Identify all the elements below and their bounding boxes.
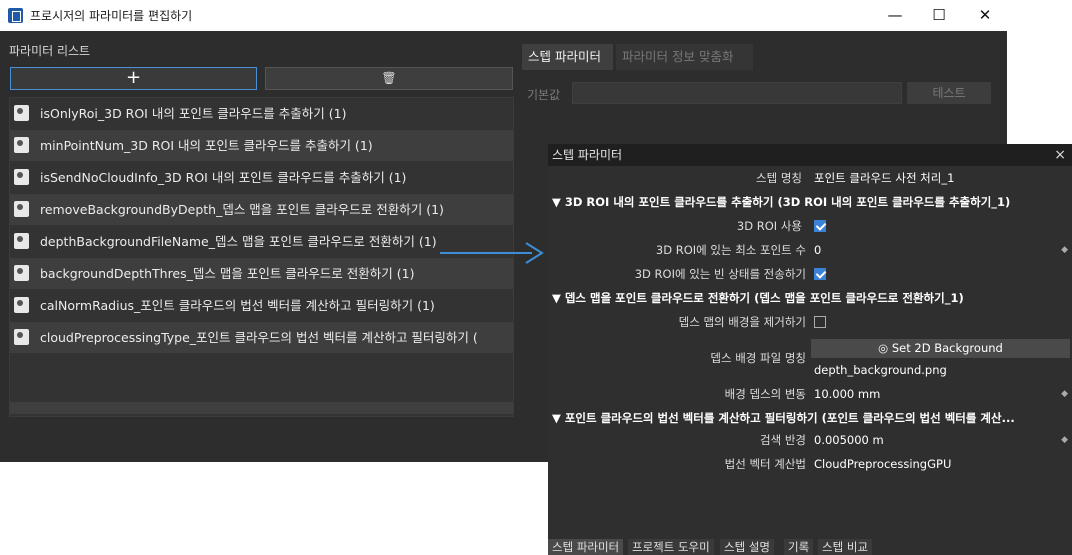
tab-parameter-customize[interactable]: 파라미터 정보 맞춤화 [616,44,753,70]
arrow-line [440,252,532,254]
parameter-icon [14,105,29,121]
default-value-label: 기본값 [527,88,561,102]
parameter-icon [14,265,29,281]
normal-method-row: 법선 벡터 계산법 CloudPreprocessingGPU [548,452,1072,476]
parameter-icon [14,297,29,313]
list-item-label: isOnlyRoi_3D ROI 내의 포인트 클라우드를 추출하기 (1) [40,106,347,121]
list-item[interactable]: cloudPreprocessingType_포인트 클라우드의 법선 벡터를 … [10,322,513,353]
app-icon [8,8,23,23]
list-item[interactable]: removeBackgroundByDepth_뎁스 맵을 포인트 클라우드로 … [10,194,513,225]
remove-bg-row: 뎁스 맵의 배경을 제거하기 [548,310,1072,334]
tab-step-compare[interactable]: 스텝 비교 [818,539,872,555]
close-icon[interactable]: × [1054,144,1066,166]
parameter-icon [14,137,29,153]
list-item-label: removeBackgroundByDepth_뎁스 맵을 포인트 클라우드로 … [40,202,444,217]
list-item[interactable]: backgroundDepthThres_뎁스 맵을 포인트 클라우드로 전환하… [10,258,513,289]
title-bar: 프로시저의 파라미터를 편집하기 — ☐ ✕ [0,0,1007,31]
list-item[interactable]: calNormRadius_포인트 클라우드의 법선 벡터를 계산하고 필터링하… [10,290,513,321]
default-value-input[interactable] [572,82,902,104]
normal-method-label: 법선 벡터 계산법 [724,457,806,471]
list-item-label: depthBackgroundFileName_뎁스 맵을 포인트 클라우드로 … [40,234,437,249]
list-item-label: isSendNoCloudInfo_3D ROI 내의 포인트 클라우드를 추출… [40,170,407,185]
section-normal-vector[interactable]: ▼ 포인트 클라우드의 법선 벡터를 계산하고 필터링하기 (포인트 클라우드의… [548,406,1072,430]
remove-bg-label: 뎁스 맵의 배경을 제거하기 [678,315,806,329]
maximize-button[interactable]: ☐ [917,4,961,26]
list-item[interactable]: isSendNoCloudInfo_3D ROI 내의 포인트 클라우드를 추출… [10,162,513,193]
minimize-button[interactable]: — [873,4,917,26]
step-parameter-panel: 스텝 파라미터 × 스텝 명칭 포인트 클라우드 사전 처리_1 ▼ 3D RO… [548,144,1072,555]
parameter-list-title: 파라미터 리스트 [9,44,91,58]
tab-step-parameter[interactable]: 스텝 파라미터 [522,44,613,70]
step-panel-title: 스텝 파라미터 [552,148,623,162]
remove-bg-checkbox[interactable] [814,316,826,328]
send-empty-label: 3D ROI에 있는 빈 상태를 전송하기 [634,267,806,281]
list-item-label: backgroundDepthThres_뎁스 맵을 포인트 클라우드로 전환하… [40,266,415,281]
roi-use-row: 3D ROI 사용 [548,214,1072,238]
parameter-icon [14,233,29,249]
normal-method-value[interactable]: CloudPreprocessingGPU [814,452,951,476]
tab-history[interactable]: 기록 [784,539,814,555]
tab-project-helper[interactable]: 프로젝트 도우미 [628,539,714,555]
spin-icon[interactable]: ◆ [1061,238,1068,262]
tab-step-parameter-bottom[interactable]: 스텝 파라미터 [548,539,624,555]
list-item[interactable]: minPointNum_3D ROI 내의 포인트 클라우드를 추출하기 (1) [10,130,513,161]
parameter-icon [14,329,29,345]
arrow-head-icon [525,242,544,264]
search-radius-label: 검색 반경 [760,433,806,447]
list-item-label: cloudPreprocessingType_포인트 클라우드의 법선 벡터를 … [40,330,478,345]
section-3d-roi[interactable]: ▼ 3D ROI 내의 포인트 클라우드를 추출하기 (3D ROI 내의 포인… [548,190,1072,214]
list-item[interactable]: depthBackgroundFileName_뎁스 맵을 포인트 클라우드로 … [10,226,513,257]
list-item[interactable]: isOnlyRoi_3D ROI 내의 포인트 클라우드를 추출하기 (1) [10,98,513,129]
roi-use-label: 3D ROI 사용 [736,219,802,233]
min-points-value[interactable]: 0 [814,238,821,262]
delete-parameter-button[interactable]: 🗑 [265,67,513,90]
min-points-label: 3D ROI에 있는 최소 포인트 수 [655,243,806,257]
spin-icon[interactable]: ◆ [1061,382,1068,406]
bg-file-value[interactable]: depth_background.png [814,358,947,382]
bg-var-row: 배경 뎁스의 변동 10.000 mm ◆ [548,382,1072,406]
close-button[interactable]: ✕ [963,4,1007,26]
search-radius-value[interactable]: 0.005000 m [814,428,884,452]
list-item-label: minPointNum_3D ROI 내의 포인트 클라우드를 추출하기 (1) [40,138,373,153]
window-title: 프로시저의 파라미터를 편집하기 [30,9,193,23]
roi-use-checkbox[interactable] [814,220,826,232]
horizontal-scrollbar[interactable] [10,402,513,414]
step-name-row: 스텝 명칭 포인트 클라우드 사전 처리_1 [548,166,1072,190]
add-parameter-button[interactable]: + [10,67,257,90]
step-name-label: 스텝 명칭 [756,171,802,185]
spin-icon[interactable]: ◆ [1061,428,1068,452]
parameter-icon [14,169,29,185]
step-name-value[interactable]: 포인트 클라우드 사전 처리_1 [814,166,954,190]
search-radius-row: 검색 반경 0.005000 m ◆ [548,428,1072,452]
bg-var-value[interactable]: 10.000 mm [814,382,880,406]
send-empty-row: 3D ROI에 있는 빈 상태를 전송하기 [548,262,1072,286]
bg-file-value-row: depth_background.png [548,358,1072,382]
section-depth-map[interactable]: ▼ 뎁스 맵을 포인트 클라우드로 전환하기 (뎁스 맵을 포인트 클라우드로 … [548,286,1072,310]
min-points-row: 3D ROI에 있는 최소 포인트 수 0 ◆ [548,238,1072,262]
test-button[interactable]: 테스트 [907,82,991,104]
tab-step-description[interactable]: 스텝 설명 [720,539,774,555]
bg-var-label: 배경 뎁스의 변동 [724,387,806,401]
list-item-label: calNormRadius_포인트 클라우드의 법선 벡터를 계산하고 필터링하… [40,298,435,313]
set-2d-background-button[interactable]: ◎ Set 2D Background [811,339,1070,358]
step-panel-tabs: 스텝 파라미터 프로젝트 도우미 스텝 설명 기록 스텝 비교 [548,539,1072,555]
parameter-list: isOnlyRoi_3D ROI 내의 포인트 클라우드를 추출하기 (1) m… [9,97,514,417]
parameter-icon [14,201,29,217]
step-panel-header: 스텝 파라미터 × [548,144,1072,166]
send-empty-checkbox[interactable] [814,268,826,280]
trash-icon: 🗑 [381,71,397,85]
